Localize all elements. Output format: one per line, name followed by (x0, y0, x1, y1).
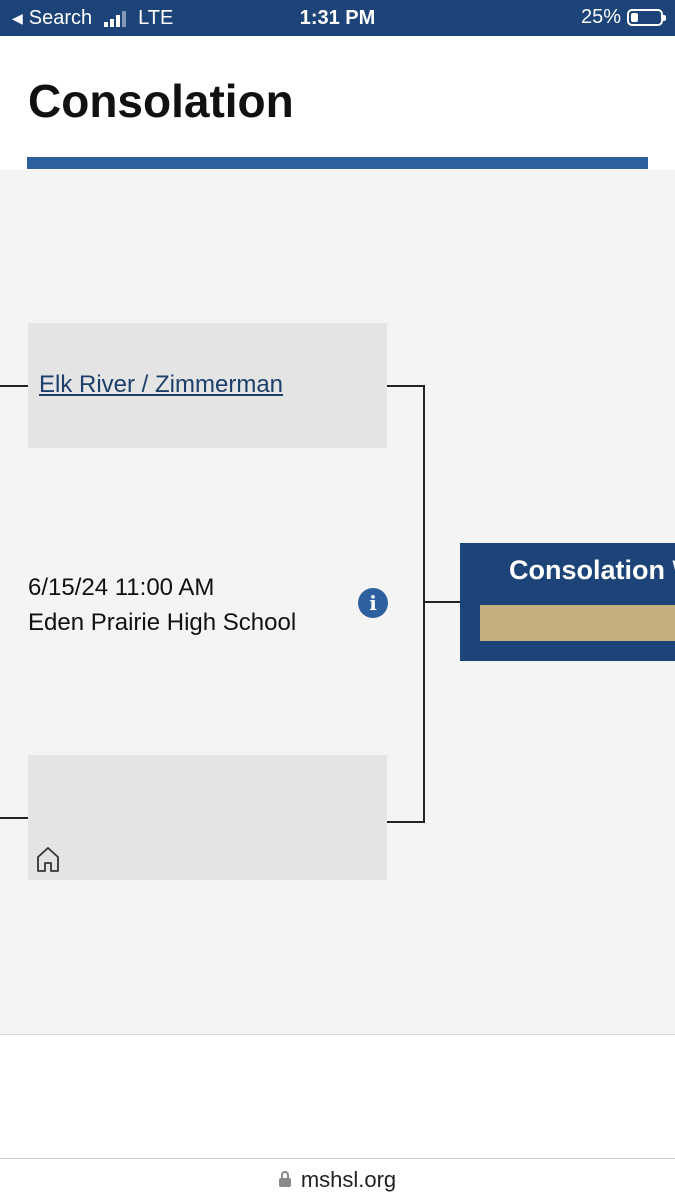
clock: 1:31 PM (299, 7, 376, 29)
bracket-connector-left-top (0, 385, 28, 387)
consolation-winner-box: Consolation W (460, 543, 675, 661)
bracket-connector-winner (425, 601, 460, 603)
lock-icon (278, 1171, 291, 1187)
browser-address-bar[interactable]: mshsl.org (0, 1158, 675, 1201)
battery-percent: 25% (580, 6, 621, 28)
url-text: mshsl.org (300, 1167, 397, 1192)
info-icon[interactable]: i (358, 588, 388, 618)
team-slot-bottom (28, 755, 387, 880)
bracket-connector-bottom (387, 821, 425, 823)
winner-label: Consolation W (509, 555, 675, 585)
bracket-connector-vertical (423, 385, 425, 823)
battery-icon (627, 9, 666, 26)
bracket-connector-top (387, 385, 425, 387)
bracket-area: Elk River / Zimmerman 6/15/24 11:00 AM E… (0, 170, 675, 1035)
title-divider (27, 157, 648, 169)
game-location: Eden Prairie High School (28, 609, 297, 636)
bracket-connector-left-bottom (0, 817, 28, 819)
page-title: Consolation (28, 75, 294, 127)
battery-status: 25% (580, 6, 666, 29)
game-datetime: 6/15/24 11:00 AM (28, 574, 215, 601)
winner-slot (480, 605, 675, 641)
team-link-elk-river-zimmerman[interactable]: Elk River / Zimmerman (39, 371, 283, 399)
status-bar: ◀ Search LTE 1:31 PM 25% (0, 0, 675, 36)
game-info: 6/15/24 11:00 AM Eden Prairie High Schoo… (28, 570, 296, 640)
home-icon (37, 847, 59, 872)
team-slot-top: Elk River / Zimmerman (28, 323, 387, 448)
